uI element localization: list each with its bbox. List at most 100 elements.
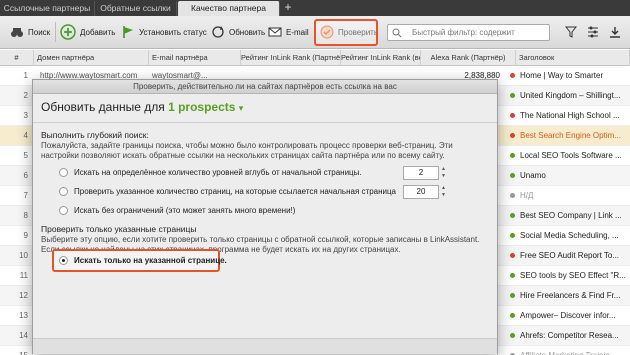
column-header-inlink-web[interactable]: Рейтинг InLink Rank (ве <box>341 50 421 66</box>
status-dot-icon <box>510 293 515 298</box>
tab-link-partners[interactable]: Ссылочные партнеры <box>0 1 95 16</box>
row-index: 5 <box>23 151 28 160</box>
row-title: Home | Way to Smarter <box>520 71 604 80</box>
column-header-index[interactable]: # <box>0 50 34 66</box>
row-index: 10 <box>19 251 28 260</box>
row-title: SEO tools by SEO Effect "R... <box>520 271 626 280</box>
row-title: The National High School ... <box>520 111 620 120</box>
set-status-button[interactable]: Установить статус <box>121 21 207 43</box>
row-index: 15 <box>0 346 32 355</box>
search-icon <box>392 28 402 38</box>
row-index: 7 <box>23 191 28 200</box>
row-index: 2 <box>23 91 28 100</box>
deep-search-description: Пожалуйста, задайте границы поиска, чтоб… <box>41 141 453 160</box>
option-unlimited-label: Искать без ограничений (это может занять… <box>74 206 296 215</box>
dialog-heading: Обновить данные для 1 prospects ▾ <box>41 100 243 114</box>
stepper-arrows-icon[interactable]: ▲ ▼ <box>440 185 447 199</box>
column-header-title[interactable]: Заголовок <box>516 50 630 66</box>
row-title: Hire Freelancers & Find Fr... <box>520 291 621 300</box>
row-title: Ampower– Discover infor... <box>520 311 616 320</box>
quick-filter-input[interactable]: Быстрый фильтр: содержит <box>387 24 550 41</box>
dialog-heading-text: Обновить данные для <box>41 100 165 114</box>
row-index: 9 <box>23 231 28 240</box>
email-label: E-mail <box>286 27 309 37</box>
option-pages[interactable]: Проверить указанное количество страниц, … <box>59 187 396 196</box>
row-index: 13 <box>19 311 28 320</box>
radio-levels[interactable] <box>59 168 68 177</box>
row-index: 3 <box>23 111 28 120</box>
divider <box>33 122 497 123</box>
option-pages-label: Проверить указанное количество страниц, … <box>74 187 397 196</box>
status-dot-icon <box>510 93 515 98</box>
dialog-title: Проверить, действительно ли на сайтах па… <box>33 80 497 94</box>
only-pages-title: Проверить только указанные страницы <box>41 224 197 234</box>
tab-partner-quality[interactable]: Качество партнера <box>178 1 280 16</box>
row-index: 4 <box>23 131 28 140</box>
column-header-inlink-partner[interactable]: Рейтинг InLink Rank (Партнёр) <box>241 50 341 66</box>
status-dot-icon <box>510 233 515 238</box>
add-label: Добавить <box>80 27 116 37</box>
radio-pages[interactable] <box>59 187 68 196</box>
search-label: Поиск <box>28 27 51 37</box>
binoculars-icon <box>11 28 23 37</box>
flag-icon <box>123 26 133 38</box>
row-title: Social Media Scheduling, ... <box>520 231 619 240</box>
status-dot-icon <box>510 213 515 218</box>
row-title: Best SEO Company | Link ... <box>520 211 622 220</box>
add-tab-icon[interactable]: + <box>282 0 294 16</box>
row-title: Affiliate Marketing Trainin... <box>520 346 630 355</box>
status-dot-icon <box>510 73 515 78</box>
status-dot-icon <box>510 253 515 258</box>
prospects-count-dropdown[interactable]: 1 prospects <box>168 100 235 114</box>
tab-backlinks[interactable]: Обратные ссылки <box>95 1 177 16</box>
row-title: Unamo <box>520 171 546 180</box>
column-header-email[interactable]: E-mail партнёра <box>149 50 241 66</box>
filter-icon[interactable] <box>565 26 577 38</box>
chevron-down-icon[interactable]: ▾ <box>239 103 244 113</box>
row-title: Local SEO Tools Software ... <box>520 151 622 160</box>
deep-search-title: Выполнить глубокий поиск: <box>41 130 149 140</box>
toolbar-divider <box>55 22 56 42</box>
stepper-arrows-icon[interactable]: ▲ ▼ <box>440 166 447 180</box>
refresh-label: Обновить <box>229 27 266 37</box>
status-dot-icon <box>510 333 515 338</box>
refresh-icon <box>212 26 224 38</box>
row-index: 6 <box>23 171 28 180</box>
email-button[interactable]: E-mail <box>268 21 309 43</box>
download-icon[interactable] <box>609 26 621 38</box>
envelope-icon <box>268 27 282 37</box>
row-title: Best Search Engine Optim... <box>520 131 621 140</box>
status-dot-icon <box>510 193 515 198</box>
levels-stepper[interactable]: 2 <box>403 166 439 180</box>
option-levels[interactable]: Искать на определённое количество уровне… <box>59 168 362 177</box>
status-dot-icon <box>510 273 515 278</box>
search-button[interactable]: Поиск <box>10 21 50 43</box>
column-header-alexa[interactable]: Alexa Rank (Партнёр) <box>421 50 516 66</box>
row-title: Н/Д <box>520 191 534 200</box>
dialog-footer <box>33 338 497 354</box>
radio-unlimited[interactable] <box>59 206 68 215</box>
radio-only-page[interactable] <box>59 256 68 265</box>
row-index: 14 <box>19 331 28 340</box>
set-status-label: Установить статус <box>139 27 207 37</box>
row-title: Ahrefs: Competitor Resea... <box>520 331 619 340</box>
status-dot-icon <box>510 113 515 118</box>
row-title: United Kingdom – Shillingt... <box>520 91 621 100</box>
option-only-page-label: Искать только на указанной странице. <box>74 256 227 265</box>
option-only-page[interactable]: Искать только на указанной странице. <box>59 256 227 265</box>
quick-filter-placeholder: Быстрый фильтр: содержит <box>412 28 515 37</box>
row-index: 11 <box>19 271 28 280</box>
status-dot-icon <box>510 133 515 138</box>
verify-highlight-frame <box>314 19 378 46</box>
row-index: 1 <box>23 71 28 80</box>
columns-icon[interactable] <box>587 26 599 38</box>
refresh-button[interactable]: Обновить <box>211 21 265 43</box>
option-levels-label: Искать на определённое количество уровне… <box>74 168 362 177</box>
verify-dialog: Проверить, действительно ли на сайтах па… <box>32 79 498 354</box>
row-index: 8 <box>23 211 28 220</box>
option-unlimited[interactable]: Искать без ограничений (это может занять… <box>59 206 295 215</box>
status-dot-icon <box>510 153 515 158</box>
pages-stepper[interactable]: 20 <box>403 185 439 199</box>
column-header-domain[interactable]: Домен партнёра <box>34 50 149 66</box>
add-button[interactable]: Добавить <box>60 21 115 43</box>
